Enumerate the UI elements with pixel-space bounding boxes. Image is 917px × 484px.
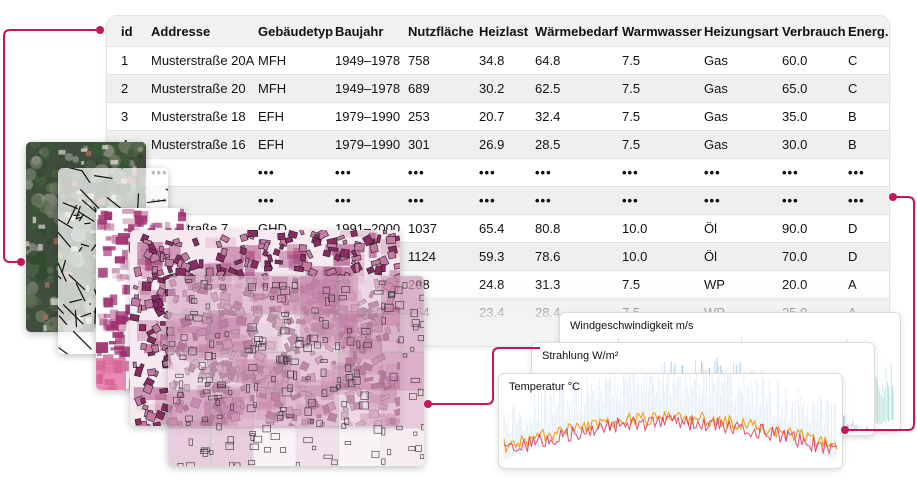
table-cell: ••• (321, 158, 394, 187)
table-cell: Musterstraße 20A (137, 46, 254, 75)
table-cell: EFH (244, 130, 321, 159)
table-cell: ••• (834, 158, 889, 187)
table-cell: 1 (107, 46, 137, 75)
table-cell: Öl (690, 242, 768, 271)
column-header: Nutzfläche (394, 16, 474, 47)
table-cell: MFH (244, 74, 321, 103)
table-cell: Musterstraße 18 (137, 102, 246, 131)
table-cell: 1949–1978 (321, 74, 400, 103)
table-cell: 2 (107, 74, 137, 103)
table-cell: ••• (394, 186, 465, 215)
table-cell: 62.5 (521, 74, 608, 103)
table-cell: 28.5 (521, 130, 608, 159)
table-cell: ••• (394, 158, 465, 187)
wind-speed-label: Windgeschwindigkeit m/s (570, 320, 694, 332)
table-cell: ••• (834, 186, 889, 215)
table-cell: ••• (521, 158, 608, 187)
column-header: Addresse (137, 16, 244, 47)
table-cell: MFH (244, 46, 321, 75)
table-cell: 7.5 (608, 130, 690, 159)
table-row: 4Musterstraße 16EFH1979–199030126.928.57… (107, 130, 889, 159)
table-cell: 65.4 (465, 214, 521, 243)
table-cell: ••• (690, 186, 768, 215)
ellipsis-row: ••••••••••••••••••••••••••••••••• (107, 158, 889, 187)
grid-cell-map (168, 276, 424, 466)
temperature-panel: Temperatur °C (499, 374, 842, 468)
temperature-label: Temperatur °C (509, 381, 581, 393)
table-cell: 60.0 (768, 46, 834, 75)
table-row: 3 Musterstraße 18 EFH 1979–1990 253 20.7 32.4 7… (107, 102, 889, 131)
table-cell: 1979–1990 (321, 102, 400, 131)
table-cell: ••• (521, 186, 608, 215)
table-cell: 26.9 (465, 130, 521, 159)
table-cell: 689 (394, 74, 465, 103)
table-cell: B (834, 130, 889, 159)
table-cell: D (834, 242, 889, 271)
table-cell: 78.6 (521, 242, 608, 271)
table-row: 2 Musterstraße 20 MFH 1949–1978 689 30.2 62.5 7… (107, 74, 889, 103)
table-cell: ••• (465, 158, 521, 187)
table-cell: ••• (244, 186, 321, 215)
table-cell: EFH (244, 102, 321, 131)
table-cell: 7.5 (608, 102, 690, 131)
connector-dot-map-left (17, 258, 25, 266)
table-cell: 1124 (394, 242, 465, 271)
table-cell: ••• (244, 158, 321, 187)
table-cell: 3 (107, 102, 137, 131)
table-cell: 253 (394, 102, 465, 131)
table-cell: 64.8 (521, 46, 608, 75)
table-cell: 35.0 (768, 102, 834, 131)
table-cell: ••• (608, 186, 690, 215)
table-cell: 7.5 (608, 46, 690, 75)
table-cell: 32.4 (521, 102, 608, 131)
table-cell: C (834, 74, 889, 103)
table-cell: ••• (768, 186, 834, 215)
table-cell: 1037 (394, 214, 465, 243)
table-cell: Gas (690, 102, 768, 131)
table-row: 1 Musterstraße 20A MFH 1949–1978 758 34.8 64.8… (107, 46, 889, 75)
table-cell: ••• (768, 158, 834, 187)
table-cell: 70.0 (768, 242, 834, 271)
table-cell: 20.7 (465, 102, 521, 131)
column-header: Warmwasser (608, 16, 702, 47)
table-cell: 1979–1990 (321, 130, 400, 159)
table-cell: 59.3 (465, 242, 521, 271)
table-cell: ••• (690, 158, 768, 187)
table-cell: Musterstraße 16 (137, 130, 246, 159)
column-header: id (107, 16, 137, 47)
ellipsis-row: ••••••••••••••••••••••••••••••••• (107, 186, 889, 215)
grid-cell-image (168, 276, 424, 466)
column-header: Wärmebedarf (521, 16, 618, 47)
table-cell: Öl (690, 214, 768, 243)
table-cell: ••• (321, 186, 394, 215)
table-cell: 30.0 (768, 130, 834, 159)
table-cell: 301 (394, 130, 465, 159)
table-cell: 34.8 (465, 46, 521, 75)
column-header: Gebäudetyp (244, 16, 333, 47)
table-cell: Gas (690, 46, 768, 75)
table-cell: 1949–1978 (321, 46, 400, 75)
table-cell: 65.0 (768, 74, 834, 103)
solar-radiation-label: Strahlung W/m² (542, 350, 619, 362)
connector-dot-table-left (96, 26, 104, 34)
table-cell: B (834, 102, 889, 131)
table-cell: Musterstraße 20 (137, 74, 246, 103)
connector-dot-table-right (889, 193, 897, 201)
table-cell: 30.2 (465, 74, 521, 103)
connector-dot-map-right (424, 400, 432, 408)
table-cell: ••• (465, 186, 521, 215)
table-cell: 7.5 (608, 74, 690, 103)
table-header-row: id Addresse Gebäudetyp Baujahr Nutzfläche Hei… (107, 16, 889, 47)
table-cell: 80.8 (521, 214, 608, 243)
table-cell: Gas (690, 74, 768, 103)
table-cell: Gas (690, 130, 768, 159)
table-cell: 90.0 (768, 214, 834, 243)
table-cell: 10.0 (608, 214, 690, 243)
table-cell: C (834, 46, 889, 75)
table-cell: 10.0 (608, 242, 690, 271)
table-cell: 758 (394, 46, 465, 75)
table-cell: D (834, 214, 889, 243)
table-cell: ••• (608, 158, 690, 187)
